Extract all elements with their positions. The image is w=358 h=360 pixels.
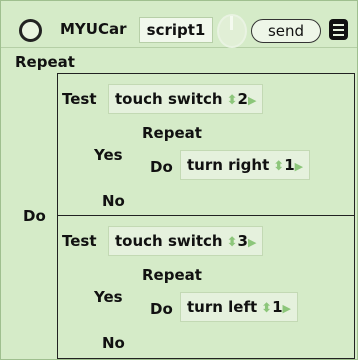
inner-repeat-label: Repeat [142, 124, 202, 142]
no-label: No [102, 192, 125, 210]
inner-do-label: Do [150, 300, 173, 318]
editor-header: MYUCar script1 send [1, 1, 357, 48]
right-triangle-icon[interactable]: ▶ [283, 302, 291, 315]
condition-tile[interactable]: touch switch ⬍3▶ [108, 226, 264, 256]
condition-value[interactable]: 3 [238, 232, 248, 250]
test-label: Test [62, 90, 97, 108]
send-button[interactable]: send [251, 19, 321, 43]
condition-name: touch switch [115, 90, 223, 108]
condition-value[interactable]: 2 [238, 90, 248, 108]
script-name-field[interactable]: script1 [139, 17, 213, 43]
right-triangle-icon[interactable]: ▶ [295, 160, 303, 173]
outer-repeat-label: Repeat [15, 53, 75, 71]
action-count[interactable]: 1 [284, 156, 294, 174]
action-name: turn right [187, 156, 270, 174]
no-label: No [102, 334, 125, 352]
condition-tile[interactable]: touch switch ⬍2▶ [108, 84, 264, 114]
inner-repeat-block[interactable]: Repeat Do turn right ⬍1▶ [140, 120, 354, 190]
rotate-knob-icon[interactable] [217, 14, 247, 48]
action-count[interactable]: 1 [272, 298, 282, 316]
outer-do-label: Do [23, 207, 46, 225]
yes-label: Yes [94, 288, 123, 306]
action-name: turn left [187, 298, 258, 316]
inner-repeat-block[interactable]: Repeat Do turn left ⬍1▶ [140, 262, 354, 332]
action-tile[interactable]: turn right ⬍1▶ [180, 150, 311, 180]
menu-circle-icon[interactable] [19, 19, 42, 42]
condition-name: touch switch [115, 232, 223, 250]
up-down-arrows-icon[interactable]: ⬍ [227, 235, 238, 250]
right-triangle-icon[interactable]: ▶ [248, 94, 256, 107]
object-title: MYUCar [60, 20, 127, 38]
list-menu-icon[interactable] [329, 19, 348, 40]
up-down-arrows-icon[interactable]: ⬍ [261, 301, 272, 316]
yes-label: Yes [94, 146, 123, 164]
test-block[interactable]: Test touch switch ⬍2▶ Yes No Repeat Do tu… [57, 73, 355, 216]
inner-repeat-label: Repeat [142, 266, 202, 284]
test-label: Test [62, 232, 97, 250]
action-tile[interactable]: turn left ⬍1▶ [180, 292, 298, 322]
test-block[interactable]: Test touch switch ⬍3▶ Yes No Repeat Do tu… [57, 215, 355, 359]
up-down-arrows-icon[interactable]: ⬍ [227, 93, 238, 108]
script-editor-window: MYUCar script1 send Repeat Do Test touch… [0, 0, 358, 360]
inner-do-label: Do [150, 158, 173, 176]
right-triangle-icon[interactable]: ▶ [248, 236, 256, 249]
up-down-arrows-icon[interactable]: ⬍ [273, 159, 284, 174]
